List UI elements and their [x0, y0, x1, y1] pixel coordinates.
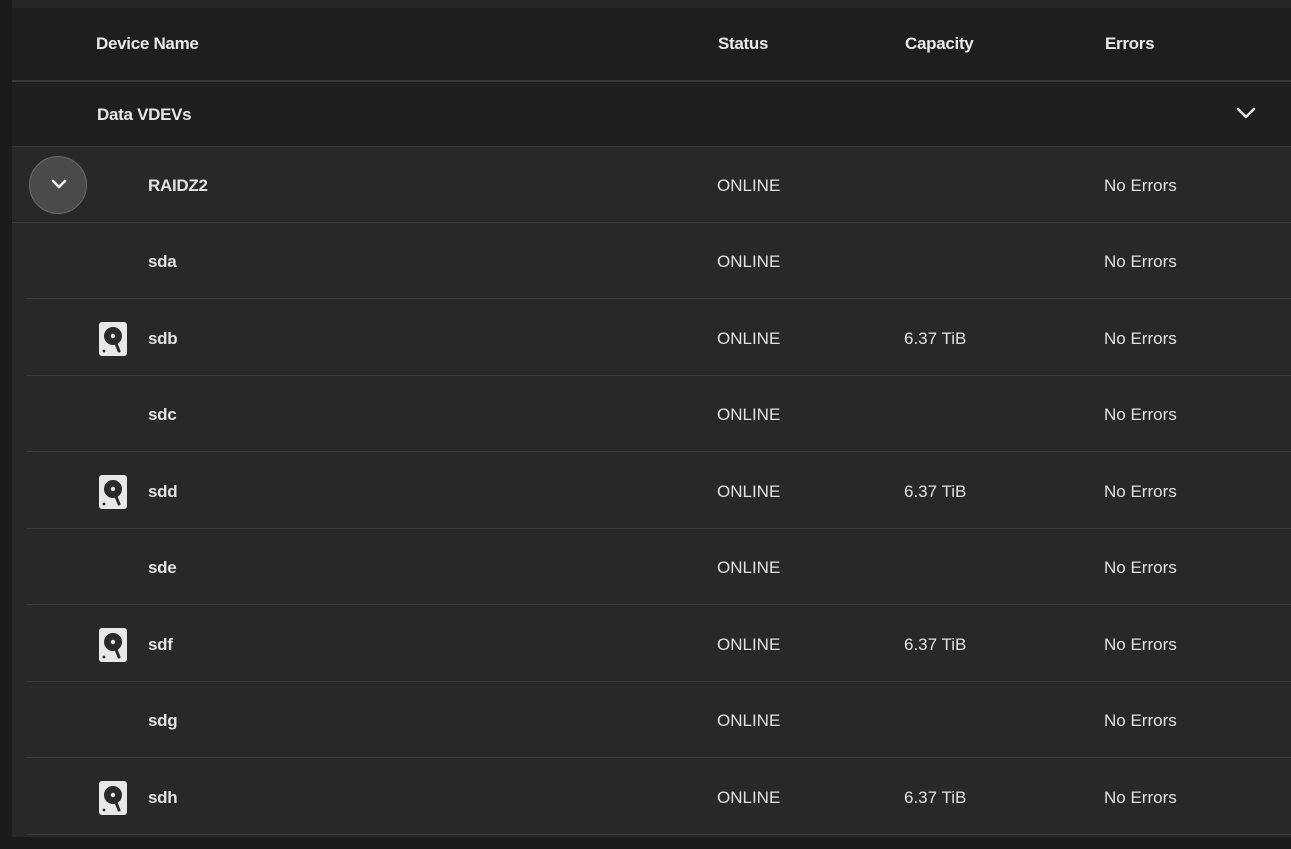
disk-status: ONLINE	[717, 634, 781, 654]
chevron-down-icon[interactable]	[1234, 104, 1258, 122]
hard-disk-icon	[98, 627, 128, 663]
disk-errors: No Errors	[1104, 252, 1177, 271]
top-divider	[12, 0, 1291, 8]
disk-errors: No Errors	[1104, 481, 1177, 501]
disk-capacity: 6.37 TiB	[904, 787, 967, 807]
disk-row[interactable]: sdh ONLINE 6.37 TiB No Errors	[27, 759, 1291, 835]
table-header: Device Name Status Capacity Errors	[12, 8, 1291, 82]
device-tree-view: Device Name Status Capacity Errors Data …	[0, 0, 1291, 849]
disk-row[interactable]: sda ONLINE No Errors	[27, 223, 1291, 299]
disk-name: sda	[148, 252, 177, 271]
disk-capacity: 6.37 TiB	[904, 481, 967, 501]
disk-row[interactable]: sdg ONLINE No Errors	[27, 682, 1291, 758]
column-header-errors[interactable]: Errors	[1105, 34, 1155, 54]
disk-errors: No Errors	[1104, 634, 1177, 654]
disk-name: sdc	[148, 405, 177, 424]
disk-row[interactable]: sdb ONLINE 6.37 TiB No Errors	[27, 300, 1291, 376]
chevron-down-icon	[51, 179, 67, 189]
disk-name: sdd	[148, 481, 178, 501]
disk-capacity: 6.37 TiB	[904, 634, 967, 654]
disk-status: ONLINE	[717, 787, 781, 807]
disk-row[interactable]: sdf ONLINE 6.37 TiB No Errors	[27, 606, 1291, 682]
disk-name: sde	[148, 558, 177, 577]
disk-row[interactable]: sdd ONLINE 6.37 TiB No Errors	[27, 453, 1291, 529]
disk-errors: No Errors	[1104, 328, 1177, 348]
group-title: Data VDEVs	[97, 105, 192, 124]
devices-table: Device Name Status Capacity Errors Data …	[12, 8, 1291, 837]
disk-name: sdh	[148, 787, 178, 807]
disk-name: sdf	[148, 634, 173, 654]
column-header-status[interactable]: Status	[718, 34, 768, 54]
disk-status: ONLINE	[717, 481, 781, 501]
hard-disk-icon	[98, 321, 128, 357]
vdev-row-raidz2[interactable]: RAIDZ2 ONLINE No Errors	[12, 147, 1291, 223]
disk-row[interactable]: sdc ONLINE No Errors	[27, 376, 1291, 452]
disk-errors: No Errors	[1104, 405, 1177, 424]
disk-status: ONLINE	[717, 711, 781, 730]
disk-row[interactable]: sde ONLINE No Errors	[27, 529, 1291, 605]
hard-disk-icon	[98, 474, 128, 510]
disk-name: sdb	[148, 328, 178, 348]
vdev-status: ONLINE	[717, 176, 781, 195]
disk-errors: No Errors	[1104, 787, 1177, 807]
vdev-name: RAIDZ2	[148, 176, 208, 195]
disk-status: ONLINE	[717, 328, 781, 348]
group-row-data-vdevs[interactable]: Data VDEVs	[12, 82, 1291, 147]
disk-status: ONLINE	[717, 405, 781, 424]
disk-errors: No Errors	[1104, 558, 1177, 577]
disk-errors: No Errors	[1104, 711, 1177, 730]
hard-disk-icon	[98, 780, 128, 816]
disk-status: ONLINE	[717, 558, 781, 577]
expand-toggle-button[interactable]	[29, 156, 87, 214]
disk-name: sdg	[148, 711, 178, 730]
column-header-capacity[interactable]: Capacity	[905, 34, 974, 54]
disk-status: ONLINE	[717, 252, 781, 271]
vdev-errors: No Errors	[1104, 176, 1177, 195]
column-header-device-name[interactable]: Device Name	[96, 34, 199, 54]
disk-capacity: 6.37 TiB	[904, 328, 967, 348]
